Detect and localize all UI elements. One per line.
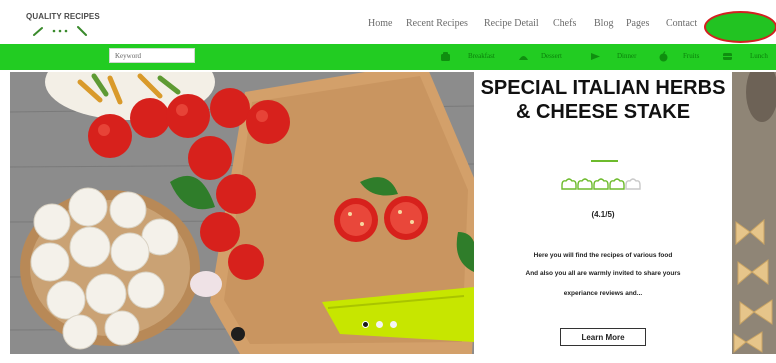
nav-home-link[interactable]: Home (368, 18, 392, 29)
nav-recipe-detail-link[interactable]: Recipe Detail (484, 18, 539, 29)
recipe-title: SPECIAL ITALIAN HERBS & CHEESE STAKE (480, 77, 726, 123)
dessert-icon (519, 56, 528, 60)
keyword-search-input[interactable] (109, 48, 195, 63)
description-line-2: And also you all are warmly invited to s… (525, 270, 681, 277)
hero-slider (10, 72, 474, 354)
chef-hat-icon-filled (561, 178, 577, 190)
title-divider (591, 160, 618, 162)
slider-dot-3[interactable] (390, 321, 397, 328)
highlighted-green-nav-button[interactable] (704, 11, 776, 43)
hero-food-image (10, 72, 474, 354)
slider-dot-1[interactable] (362, 321, 369, 328)
dinner-icon (591, 53, 600, 60)
site-logo[interactable]: QUALITY RECIPES (26, 8, 106, 38)
category-label: Dessert (541, 52, 562, 60)
top-navigation-bar: QUALITY RECIPES Home Recent Recipes Reci… (0, 0, 776, 44)
fruit-icon (659, 51, 668, 62)
rating-text: (4.1/5) (591, 210, 615, 219)
category-label: Fruits (683, 52, 700, 60)
nav-contact-link[interactable]: Contact (666, 18, 697, 29)
chef-hat-icon-filled (577, 178, 593, 190)
category-bar: Breakfast Dessert Dinner Fruits Lunch (0, 44, 776, 70)
nav-blog-link[interactable]: Blog (594, 18, 613, 29)
description-line-1: Here you will find the recipes of variou… (533, 252, 673, 259)
farfalle-pasta-image (732, 72, 776, 354)
logo-text: QUALITY RECIPES (26, 12, 100, 21)
whisk-and-dots-icon (33, 26, 87, 36)
chef-hat-icon-filled (609, 178, 625, 190)
breakfast-icon (441, 52, 450, 61)
nav-recent-recipes-link[interactable]: Recent Recipes (406, 18, 468, 29)
nav-chefs-link[interactable]: Chefs (553, 18, 576, 29)
description-line-3: experiance reviews and... (563, 290, 643, 297)
slider-dot-2[interactable] (376, 321, 383, 328)
chef-hat-icon-filled (593, 178, 609, 190)
lunch-icon (723, 53, 732, 60)
featured-recipe-card: SPECIAL ITALIAN HERBS & CHEESE STAKE (4.… (474, 72, 732, 354)
category-label: Lunch (750, 52, 768, 60)
hero-edge-image (732, 72, 776, 354)
category-label: Dinner (617, 52, 637, 60)
learn-more-button[interactable]: Learn More (560, 328, 646, 346)
nav-pages-link[interactable]: Pages (626, 18, 649, 29)
rating-chef-hats (561, 178, 641, 190)
category-label: Breakfast (468, 52, 495, 60)
chef-hat-icon-empty (625, 178, 641, 190)
